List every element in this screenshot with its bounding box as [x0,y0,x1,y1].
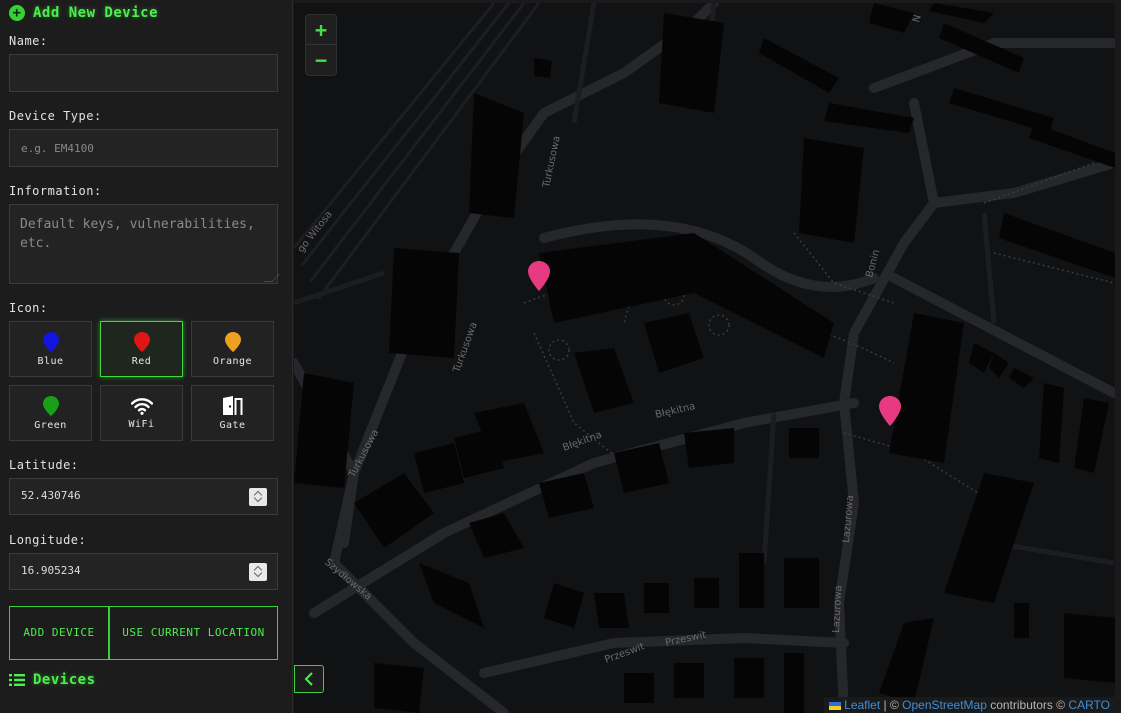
icon-option-red[interactable]: Red [100,321,183,377]
green-pin-icon [42,395,59,416]
icon-option-label: WiFi [128,418,155,430]
add-device-button[interactable]: ADD DEVICE [9,606,109,660]
blue-pin-icon [42,331,59,352]
sidebar: + Add New Device Name: Device Type: Info… [0,0,293,713]
name-input[interactable] [9,54,278,92]
icon-option-label: Green [34,419,67,431]
wifi-icon [130,397,153,415]
device-type-input[interactable] [9,129,278,167]
devices-title: Devices [33,672,96,688]
plus-circle-icon: + [9,5,25,21]
add-device-title: Add New Device [33,5,159,21]
leaflet-link[interactable]: Leaflet [844,698,880,712]
icon-option-blue[interactable]: Blue [9,321,92,377]
zoom-in-button[interactable]: + [306,15,336,45]
map[interactable]: go Witosa Turkusowa Turkusowa Turkusowa … [294,3,1115,713]
icon-option-label: Blue [37,355,64,367]
list-icon [9,674,25,686]
attribution-sep: | © [880,698,903,712]
latitude-label: Latitude: [9,458,79,472]
zoom-out-button[interactable]: − [306,45,336,75]
device-type-label: Device Type: [9,109,102,123]
ukraine-flag-icon [829,702,842,710]
name-label: Name: [9,34,48,48]
orange-pin-icon [224,331,241,352]
devices-header[interactable]: Devices [9,672,96,688]
latitude-value: 52.430746 [21,489,81,502]
zoom-control: + − [305,14,337,76]
information-textarea[interactable] [9,204,278,284]
icon-option-label: Gate [219,419,246,431]
map-tiles: go Witosa Turkusowa Turkusowa Turkusowa … [294,3,1115,713]
chevron-left-icon [304,672,313,686]
longitude-input[interactable]: 16.905234 [9,553,278,590]
carto-link[interactable]: CARTO [1068,698,1110,712]
map-attribution: Leaflet | © OpenStreetMap contributors ©… [824,697,1115,713]
icon-option-wifi[interactable]: WiFi [100,385,183,441]
collapse-sidebar-button[interactable] [294,665,324,693]
device-marker[interactable] [528,261,550,291]
device-marker[interactable] [879,396,901,426]
gate-icon [222,395,242,415]
attribution-mid: contributors © [986,698,1069,712]
use-current-location-button[interactable]: USE CURRENT LOCATION [109,606,278,660]
longitude-value: 16.905234 [21,564,81,577]
longitude-label: Longitude: [9,533,87,547]
icon-label: Icon: [9,301,48,315]
icon-option-gate[interactable]: Gate [191,385,274,441]
add-device-header: + Add New Device [9,5,158,21]
red-pin-icon [133,331,150,352]
latitude-input[interactable]: 52.430746 [9,478,278,515]
icon-option-label: Red [131,355,152,367]
latitude-spinner[interactable] [249,488,267,506]
information-label: Information: [9,184,102,198]
osm-link[interactable]: OpenStreetMap [902,698,987,712]
icon-option-green[interactable]: Green [9,385,92,441]
icon-option-orange[interactable]: Orange [191,321,274,377]
longitude-spinner[interactable] [249,563,267,581]
icon-option-label: Orange [212,355,253,367]
